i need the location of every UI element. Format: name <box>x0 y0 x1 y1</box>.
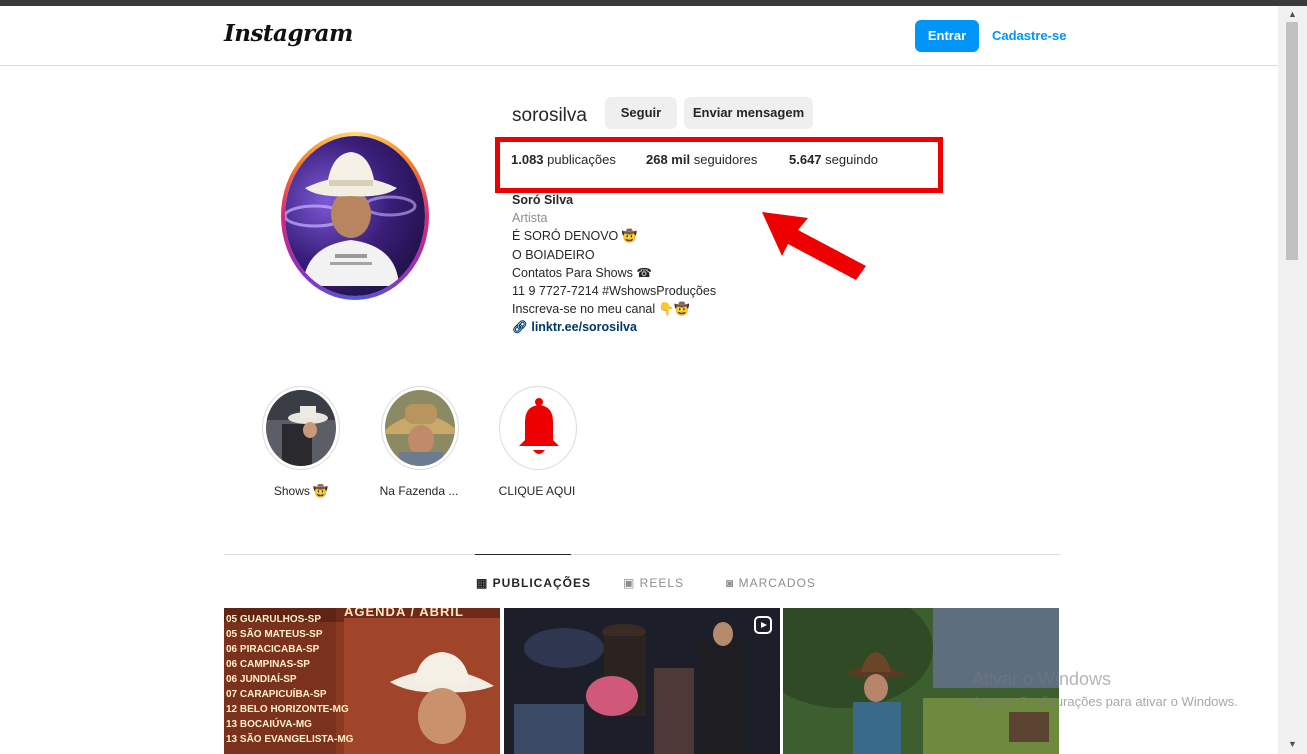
post-dates: 05 GUARULHOS-SP 05 SÃO MATEUS-SP 06 PIRA… <box>226 614 354 745</box>
post-thumbnail[interactable] <box>504 608 780 754</box>
scrollbar-thumb[interactable] <box>1286 22 1298 260</box>
tab-marcados[interactable]: ◙ MARCADOS <box>726 576 816 590</box>
bio-category: Artista <box>512 211 548 226</box>
bio-line: Contatos Para Shows ☎ <box>512 265 652 280</box>
tab-reels[interactable]: ▣ REELS <box>623 576 684 590</box>
stat-posts-count: 1.083 <box>511 152 544 167</box>
bio-line: 11 9 7727-7214 #WshowsProduções <box>512 284 717 299</box>
bio-line: Inscreva-se no meu canal 👇🤠 <box>512 302 690 317</box>
active-tab-indicator <box>475 554 571 555</box>
highlight-shows[interactable] <box>262 386 340 470</box>
bio-line: O BOIADEIRO <box>512 247 595 262</box>
highlight-label: CLIQUE AQUI <box>498 484 576 498</box>
stat-followers-label: seguidores <box>693 152 758 167</box>
windows-activation-title: Ativar o Windows <box>972 669 1112 689</box>
grid-icon: ▦ <box>476 576 493 590</box>
windows-activation-subtitle: Acesse Configurações para ativar o Windo… <box>972 694 1238 709</box>
highlight-label: Shows 🤠 <box>273 484 329 498</box>
stat-followers-count: 268 mil <box>646 152 691 167</box>
link-icon: 🔗︎ <box>512 320 532 335</box>
tabs-divider <box>224 554 1060 555</box>
avatar-photo <box>285 152 417 286</box>
signup-link[interactable]: Cadastre-se <box>992 28 1066 43</box>
bell-icon <box>519 398 559 454</box>
reels-icon: ▣ <box>623 576 640 590</box>
instagram-page: Instagram Entrar Cadastre-se sorosilva S… <box>0 6 1278 754</box>
highlight-clique-aqui[interactable] <box>499 386 577 470</box>
profile-avatar <box>285 136 425 296</box>
bio-line: É SORÓ DENOVO 🤠 <box>512 229 638 244</box>
stat-followers[interactable]: 268 mil seguidores <box>646 152 757 167</box>
profile-avatar-ring[interactable] <box>281 132 429 300</box>
post-title: AGENDA / ABRIL <box>344 608 464 619</box>
tab-publicacoes[interactable]: ▦ PUBLICAÇÕES <box>476 576 591 590</box>
highlight-na-fazenda[interactable] <box>381 386 459 470</box>
highlight-na-fazenda-image <box>385 390 455 466</box>
tagged-icon: ◙ <box>726 576 739 590</box>
scroll-down-arrow-icon[interactable]: ▼ <box>1288 739 1297 749</box>
page-scrollbar[interactable]: ▲ ▼ <box>1278 6 1307 754</box>
post-thumbnail[interactable]: AGENDA / ABRIL 05 GUARULHOS-SP 05 SÃO MA… <box>224 608 500 754</box>
stat-posts-label: publicações <box>547 152 616 167</box>
post-image-dance <box>504 608 780 754</box>
profile-username: sorosilva <box>512 105 587 126</box>
scroll-up-arrow-icon[interactable]: ▲ <box>1288 9 1297 19</box>
send-message-button[interactable]: Enviar mensagem <box>684 97 813 129</box>
stat-following-label: seguindo <box>825 152 878 167</box>
red-arrow-annotation <box>762 212 866 280</box>
highlight-shows-image <box>266 390 336 466</box>
stat-posts: 1.083 publicações <box>511 152 616 167</box>
top-header: Instagram Entrar Cadastre-se <box>0 6 1278 66</box>
instagram-logo[interactable]: Instagram <box>224 20 353 47</box>
highlight-label: Na Fazenda ... <box>379 484 459 498</box>
stat-following[interactable]: 5.647 seguindo <box>789 152 878 167</box>
bio-link-text: linktr.ee/sorosilva <box>531 320 637 335</box>
follow-button[interactable]: Seguir <box>605 97 677 129</box>
profile-bio: Soró Silva Artista É SORÓ DENOVO 🤠 O BOI… <box>512 191 716 337</box>
login-button[interactable]: Entrar <box>915 20 979 52</box>
stat-following-count: 5.647 <box>789 152 822 167</box>
bio-link[interactable]: 🔗︎ linktr.ee/sorosilva <box>512 318 716 336</box>
reels-icon <box>754 616 772 634</box>
bio-full-name: Soró Silva <box>512 193 574 207</box>
